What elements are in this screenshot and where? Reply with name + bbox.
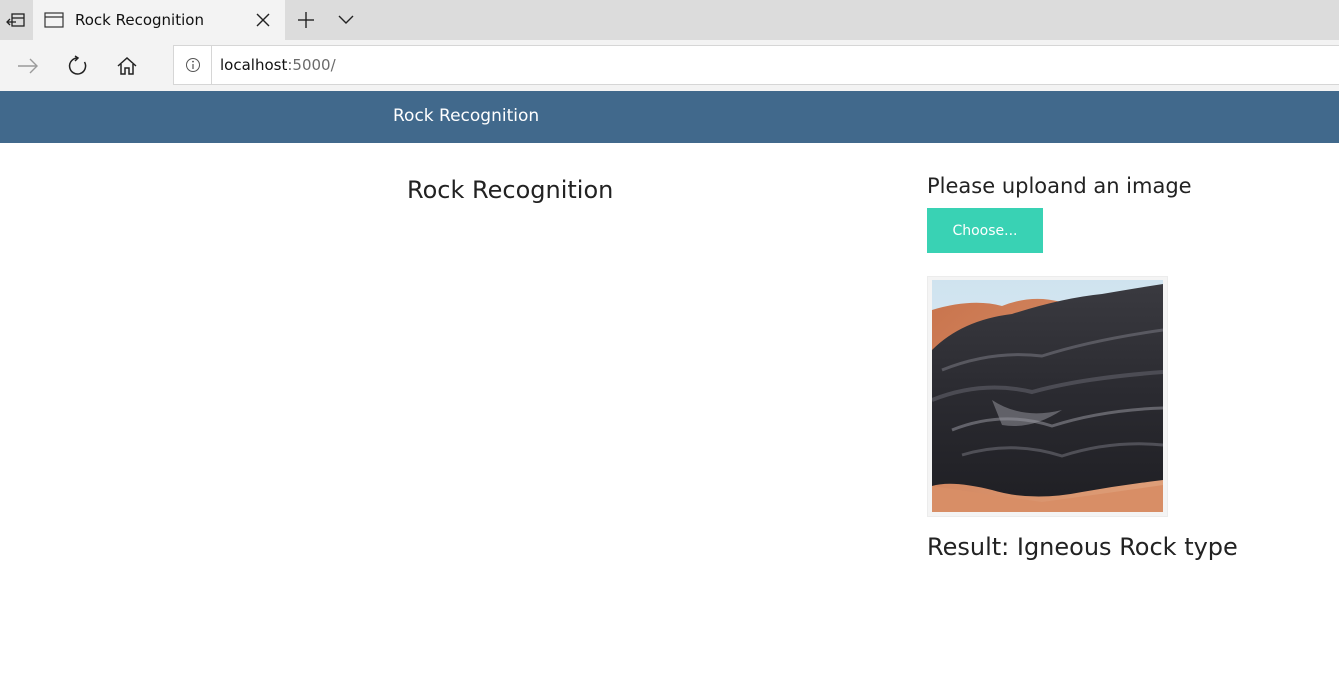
image-preview — [927, 276, 1168, 517]
close-icon[interactable] — [253, 10, 273, 30]
upload-heading: Please uploand an image — [927, 174, 1192, 198]
chevron-down-icon[interactable] — [334, 8, 358, 32]
choose-file-button[interactable]: Choose... — [927, 208, 1043, 253]
address-port-path[interactable]: :5000/ — [287, 56, 335, 74]
browser-tab[interactable]: Rock Recognition — [33, 0, 285, 40]
tab-list-back-icon[interactable] — [0, 0, 32, 40]
result-text: Result: Igneous Rock type — [927, 533, 1238, 561]
page-icon — [44, 10, 64, 30]
site-brand-link[interactable]: Rock Recognition — [393, 106, 539, 126]
address-bar[interactable]: localhost:5000/ — [173, 45, 1339, 85]
site-header: Rock Recognition — [0, 91, 1339, 143]
home-icon[interactable] — [114, 53, 140, 79]
arrow-right-icon[interactable] — [15, 53, 41, 79]
plus-icon[interactable] — [294, 8, 318, 32]
browser-nav-bar: localhost:5000/ — [0, 40, 1339, 91]
browser-tab-bar: Rock Recognition — [0, 0, 1339, 40]
address-host[interactable]: localhost — [220, 56, 287, 74]
info-icon[interactable] — [174, 46, 212, 84]
refresh-icon[interactable] — [65, 53, 91, 79]
page-title: Rock Recognition — [407, 176, 614, 204]
tab-title: Rock Recognition — [75, 11, 204, 29]
rock-preview-image — [932, 280, 1163, 512]
